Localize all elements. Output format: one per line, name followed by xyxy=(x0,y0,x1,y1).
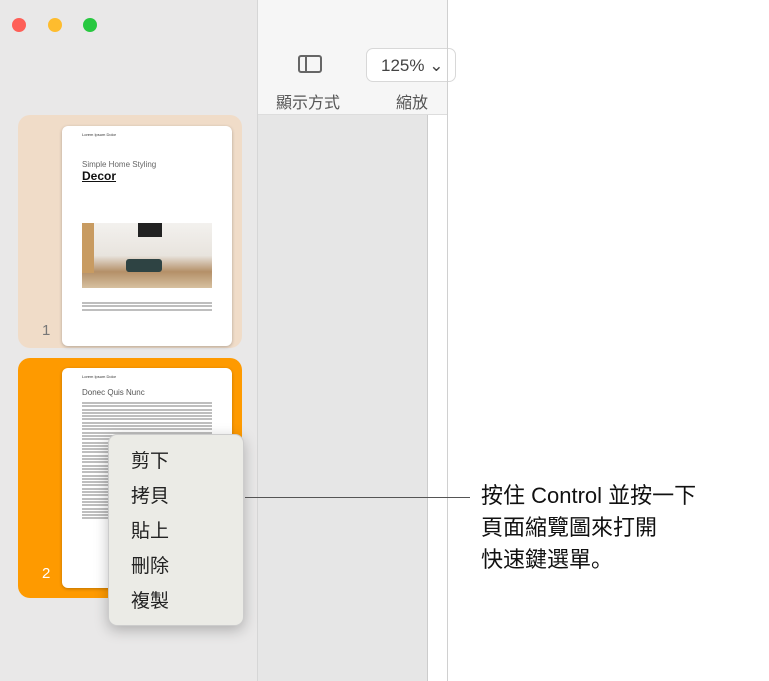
menu-item-paste[interactable]: 貼上 xyxy=(109,517,243,552)
thumb-title: Decor xyxy=(82,169,117,183)
zoom-window-button[interactable] xyxy=(83,18,97,32)
callout-text: 按住 Control 並按一下 頁面縮覽圖來打開 快速鍵選單。 xyxy=(481,480,769,576)
thumb-title: Donec Quis Nunc xyxy=(82,388,145,397)
window-edge xyxy=(447,0,448,681)
document-canvas xyxy=(258,115,427,681)
zoom-label: 縮放 xyxy=(396,95,429,112)
page-number: 2 xyxy=(42,565,51,582)
zoom-select[interactable]: 125% ⌄ xyxy=(366,48,456,82)
context-menu: 剪下 拷貝 貼上 刪除 複製 xyxy=(108,434,244,626)
thumb-photo xyxy=(82,223,212,288)
callout-line-1: 按住 Control 並按一下 xyxy=(481,483,697,508)
page-number: 1 xyxy=(42,322,51,339)
menu-item-copy[interactable]: 拷貝 xyxy=(109,482,243,517)
menu-item-cut[interactable]: 剪下 xyxy=(109,447,243,482)
callout-line xyxy=(245,497,470,498)
minimize-button[interactable] xyxy=(48,18,62,32)
view-label: 顯示方式 xyxy=(276,95,341,112)
callout-line-3: 快速鍵選單。 xyxy=(481,547,614,572)
thumb-subtitle: Simple Home Styling xyxy=(82,160,157,169)
thumb-header: Lorem Ipsum Dolor xyxy=(82,132,117,137)
sidebar-view-icon[interactable] xyxy=(298,55,322,73)
menu-item-duplicate[interactable]: 複製 xyxy=(109,587,243,622)
thumb-header: Lorem Ipsum Dolor xyxy=(82,374,117,379)
zoom-value: 125% xyxy=(381,56,425,75)
menu-item-delete[interactable]: 刪除 xyxy=(109,552,243,587)
chevron-down-icon: ⌄ xyxy=(429,56,444,75)
page-thumbnail-1[interactable]: Lorem Ipsum Dolor Simple Home Styling De… xyxy=(62,126,232,346)
callout-line-2: 頁面縮覽圖來打開 xyxy=(481,515,658,540)
close-button[interactable] xyxy=(12,18,26,32)
document-page xyxy=(427,115,447,681)
